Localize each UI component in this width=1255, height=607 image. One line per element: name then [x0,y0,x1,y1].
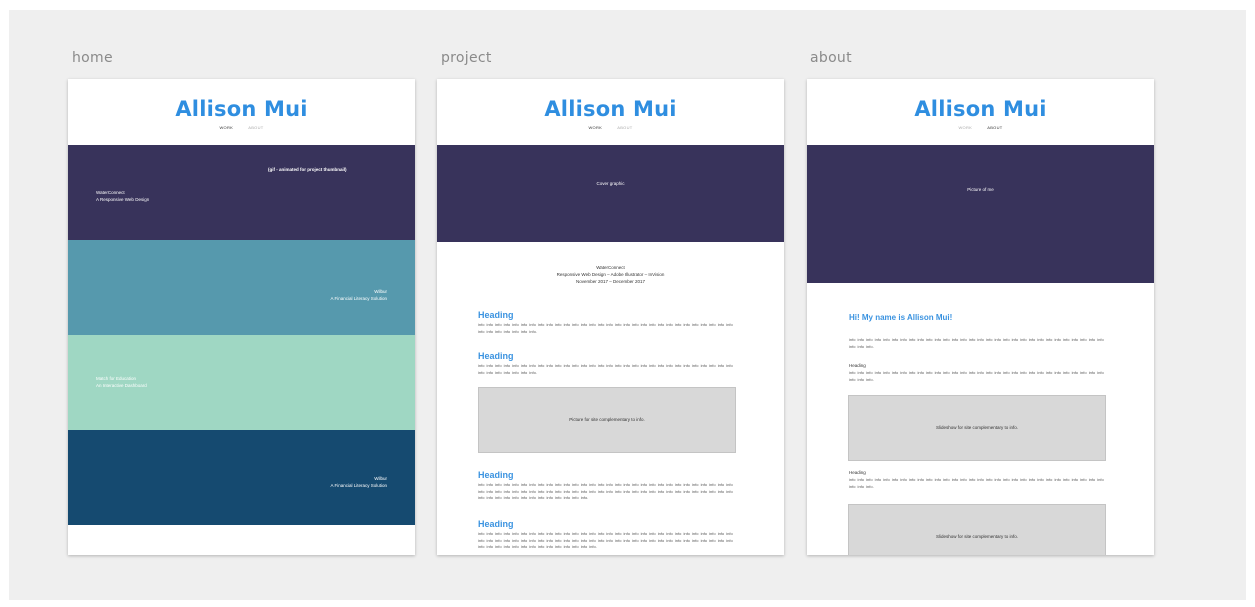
content-block-4: Heading info info info info info info in… [478,519,740,551]
site-title[interactable]: Allison Mui [437,79,784,121]
site-nav: WORK ABOUT [68,125,415,130]
nav-work-link[interactable]: WORK [588,125,602,130]
intro-text: info info info info info info info info … [849,337,1104,349]
site-nav: WORK ABOUT [437,125,784,130]
section-body: info info info info info info info info … [478,482,733,500]
tile-title: Wilbur [374,476,387,481]
content-block-2: Heading info info info info info info in… [478,351,740,376]
project-dates: November 2017 – December 2017 [575,279,646,284]
artboard-label-home[interactable]: home [72,50,113,66]
artboard-home[interactable]: Allison Mui WORK ABOUT (gif - animated f… [68,79,415,555]
slideshow-placeholder[interactable]: Slideshow for site complementary to info… [848,504,1106,555]
tile-subtitle: A Financial Literacy Solution [330,296,387,301]
section-heading: Heading [478,351,514,361]
gif-note: (gif - animated for project thumbnail) [268,167,347,172]
project-tile-wilbur[interactable]: Wilbur A Financial Literacy Solution [68,240,415,335]
content-block-1: Heading info info info info info info in… [478,310,740,335]
site-header: Allison Mui WORK ABOUT [807,79,1154,145]
site-header: Allison Mui WORK ABOUT [437,79,784,145]
artboard-about[interactable]: Allison Mui WORK ABOUT Picture of me Hi!… [807,79,1154,555]
site-title[interactable]: Allison Mui [807,79,1154,121]
nav-about-link[interactable]: ABOUT [617,125,632,130]
project-meta: WaterConnect Responsive Web Design – Ado… [437,264,784,285]
tile-subtitle: An Interactive Dashboard [96,383,147,388]
content-block-3: Heading info info info info info info in… [478,470,740,502]
section-body: info info info info info info info info … [478,322,733,334]
project-tile-match-for-education[interactable]: Match for Education An Interactive Dashb… [68,335,415,430]
tile-title: Wilbur [374,289,387,294]
slideshow-placeholder[interactable]: Slideshow for site complementary to info… [848,395,1106,461]
nav-about-link[interactable]: ABOUT [248,125,263,130]
nav-work-link[interactable]: WORK [958,125,972,130]
artboard-project[interactable]: Allison Mui WORK ABOUT Cover graphic Wat… [437,79,784,555]
section-body: info info info info info info info info … [849,370,1104,382]
artboard-label-about[interactable]: about [810,50,852,66]
cover-label: Cover graphic [596,181,625,186]
nav-work-link[interactable]: WORK [219,125,233,130]
section-heading: Heading [478,470,514,480]
project-title: WaterConnect [596,265,625,270]
section-heading: Heading [849,470,866,475]
section-body: info info info info info info info info … [849,477,1104,489]
tile-subtitle: A Responsive Web Design [96,197,150,202]
section-heading: Heading [849,363,866,368]
section-body: info info info info info info info info … [478,363,733,375]
cover-graphic: Cover graphic [437,145,784,242]
site-header: Allison Mui WORK ABOUT [68,79,415,145]
profile-picture-placeholder: Picture of me [807,145,1154,283]
tile-subtitle: A Financial Literacy Solution [330,483,387,488]
section-heading: Heading [478,310,514,320]
picture-label: Picture of me [967,187,994,192]
site-nav: WORK ABOUT [807,125,1154,130]
image-placeholder: Picture for site complementary to info. [478,387,736,453]
design-canvas: home Allison Mui WORK ABOUT (gif - anima… [9,10,1246,600]
project-tile-waterconnect[interactable]: (gif - animated for project thumbnail) W… [68,145,415,240]
tile-title: WaterConnect [96,190,125,195]
greeting-heading: Hi! My name is Allison Mui! [849,313,953,322]
section-body: info info info info info info info info … [478,531,733,549]
nav-about-link[interactable]: ABOUT [987,125,1002,130]
tile-title: Match for Education [96,376,137,381]
artboard-label-project[interactable]: project [441,50,492,66]
section-heading: Heading [478,519,514,529]
project-tile-wilbur-2[interactable]: Wilbur A Financial Literacy Solution [68,430,415,525]
project-tools: Responsive Web Design – Adobe Illustrato… [556,272,665,277]
site-title[interactable]: Allison Mui [68,79,415,121]
